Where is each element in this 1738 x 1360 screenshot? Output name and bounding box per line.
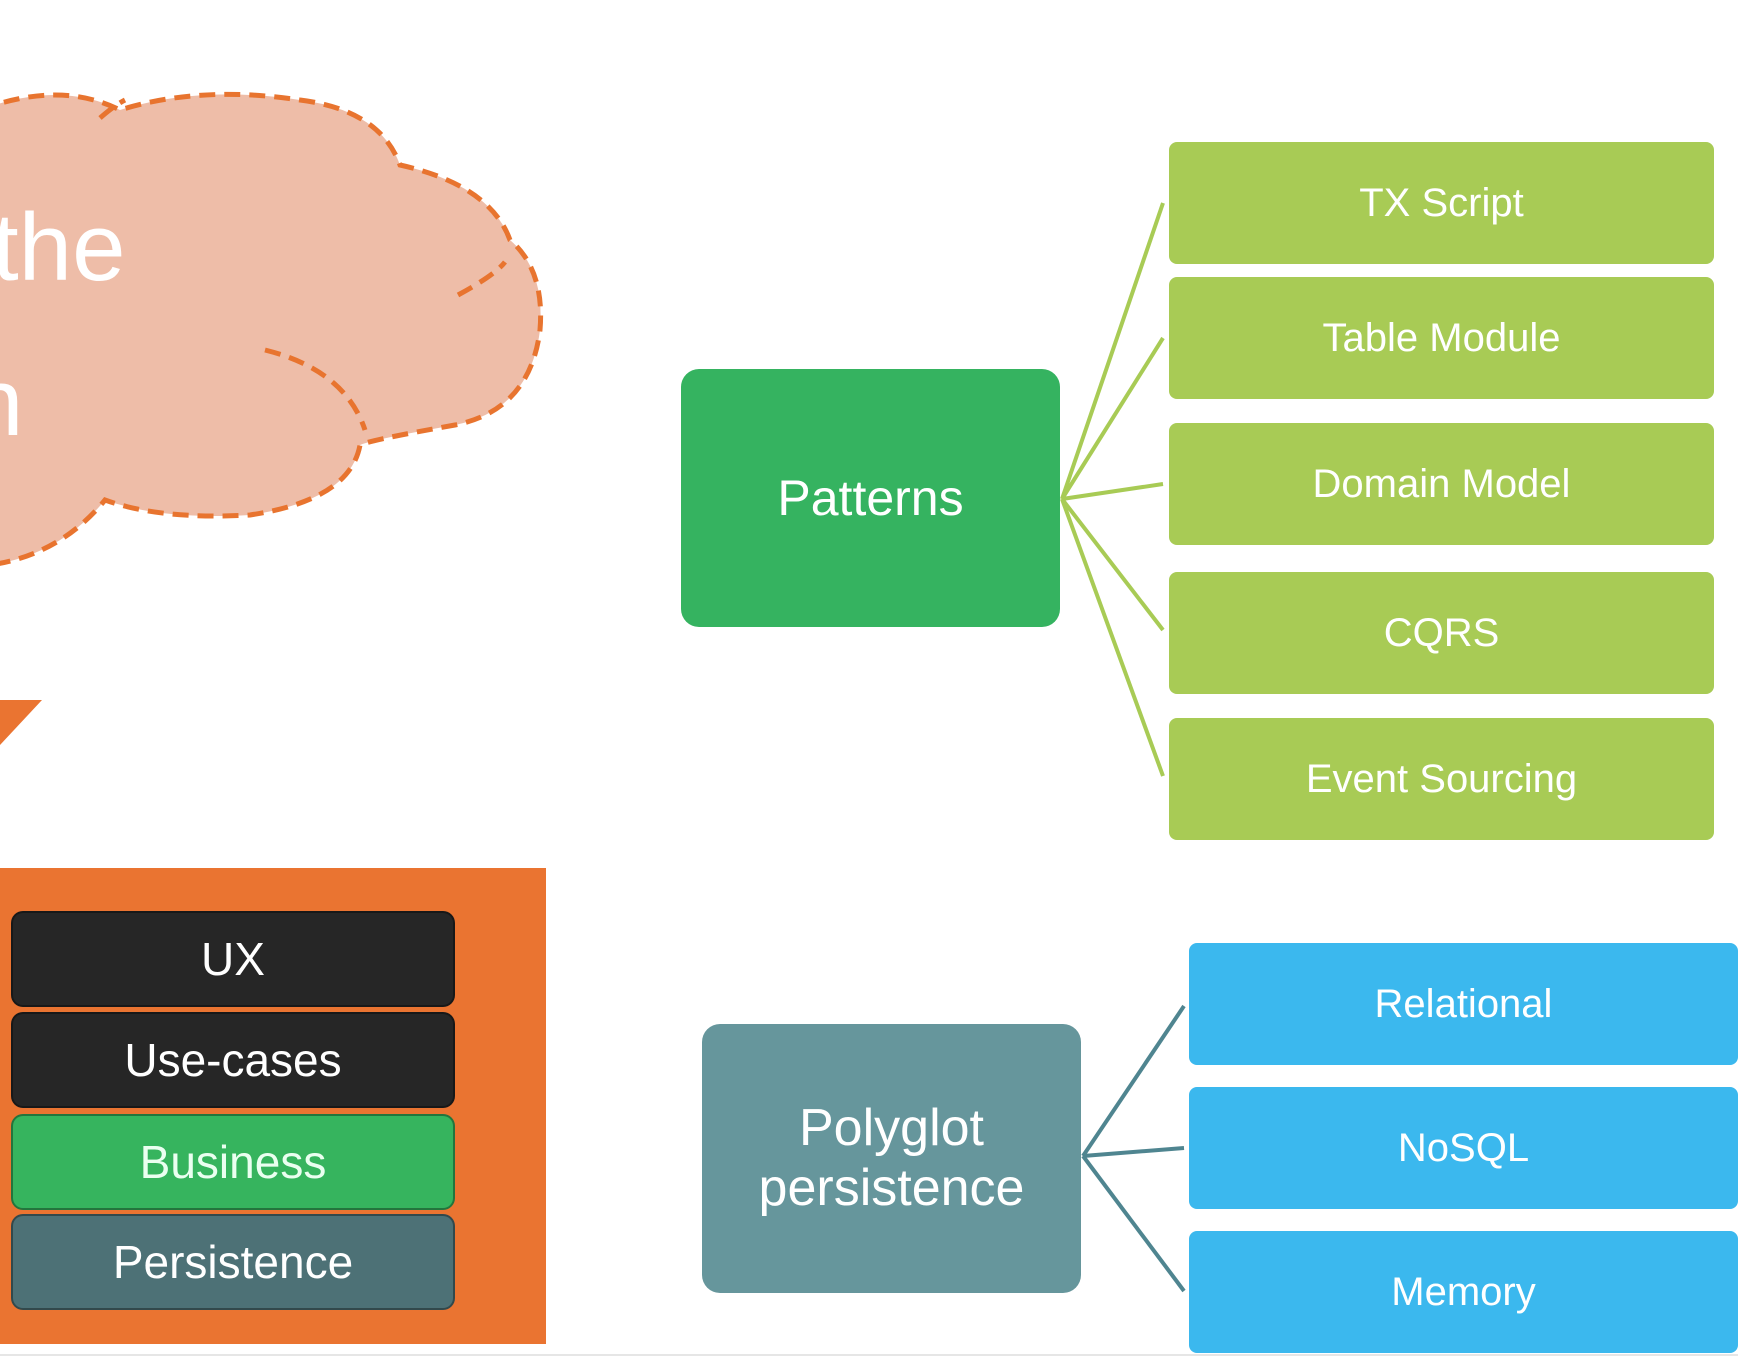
connector [1060,497,1165,632]
storage-relational: Relational [1189,943,1738,1065]
storage-nosql: NoSQL [1189,1087,1738,1209]
connector [1061,482,1164,501]
pattern-domain-model: Domain Model [1169,423,1714,545]
connector [1060,498,1165,777]
cloud-shape [0,91,544,566]
polyglot-label-line1: Polyglot [799,1098,984,1157]
bottom-divider [0,1354,1738,1356]
polyglot-label-line2: persistence [758,1158,1025,1217]
layer-business: Business [11,1114,455,1210]
polyglot-persistence-node: Polyglot persistence [702,1024,1081,1293]
layer-persistence: Persistence [11,1214,455,1310]
pattern-tx-script: TX Script [1169,142,1714,264]
layer-use-cases: Use-cases [11,1012,455,1108]
connector [1060,336,1165,501]
patterns-connectors [1060,202,1165,777]
pattern-cqrs: CQRS [1169,572,1714,694]
connector [1081,1154,1186,1293]
connector [1060,202,1165,500]
patterns-node: Patterns [681,369,1060,627]
pattern-event-sourcing: Event Sourcing [1169,718,1714,840]
layer-ux: UX [11,911,455,1007]
persistence-connectors [1081,1004,1186,1293]
cloud-text-line2: n [0,355,23,451]
pattern-table-module: Table Module [1169,277,1714,399]
orange-pointer [0,700,42,745]
cloud-text-line1: the [0,194,126,301]
storage-memory: Memory [1189,1231,1738,1353]
connector [1081,1004,1186,1158]
connector [1082,1146,1185,1158]
